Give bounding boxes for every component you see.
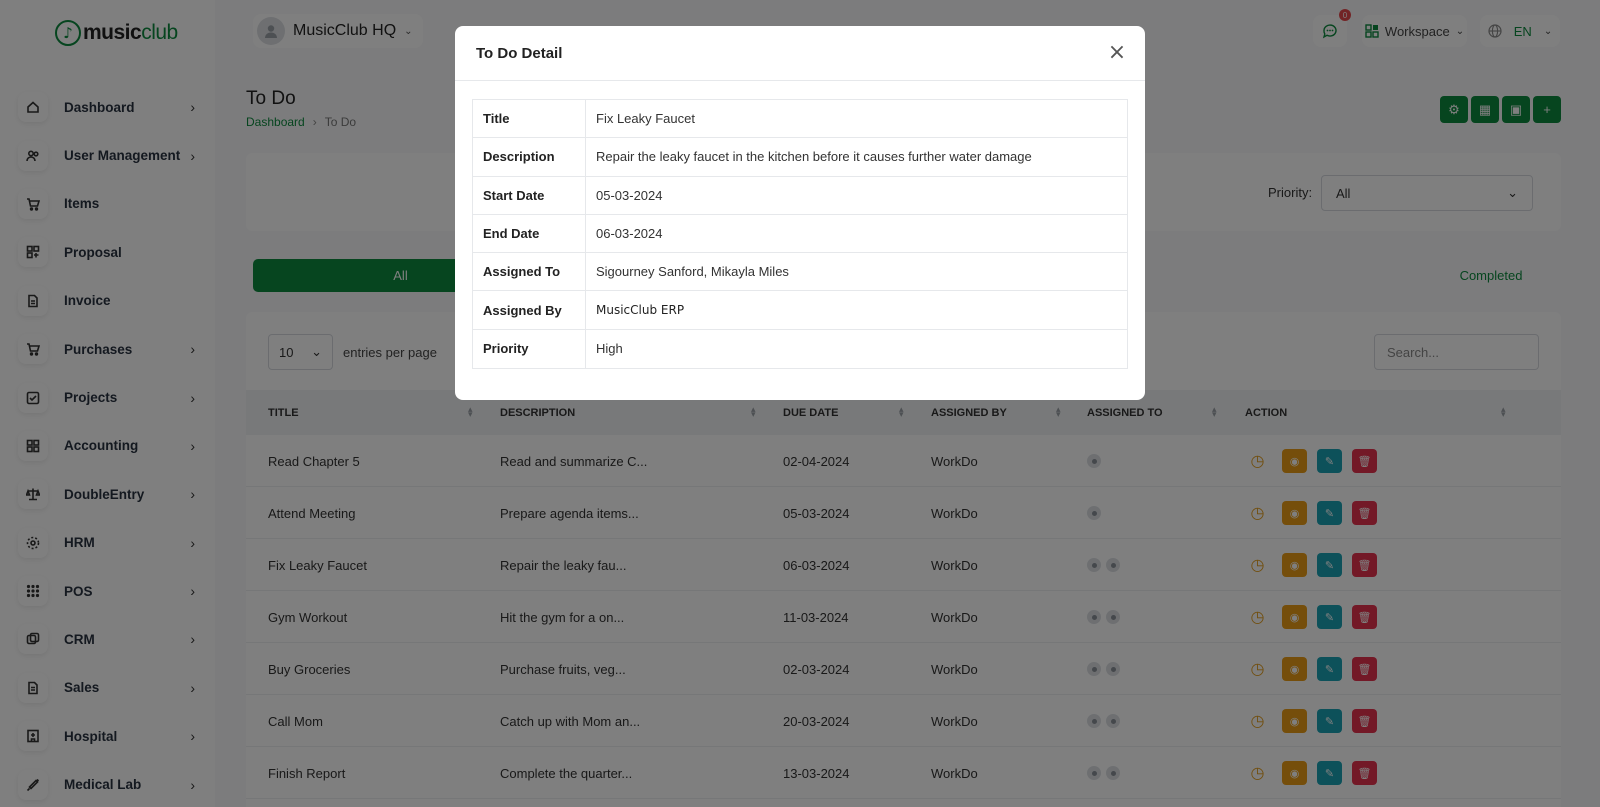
detail-value: High xyxy=(596,341,623,357)
detail-label: Start Date xyxy=(473,176,586,214)
detail-row-title: Title Fix Leaky Faucet xyxy=(473,100,1127,139)
detail-row-description: Description Repair the leaky faucet in th… xyxy=(473,138,1127,177)
todo-detail-modal: To Do Detail × Title Fix Leaky Faucet Desc… xyxy=(455,26,1145,400)
detail-row-end-date: End Date 06-03-2024 xyxy=(473,214,1127,254)
detail-table: Title Fix Leaky Faucet Description Repair t… xyxy=(472,99,1128,370)
detail-label: End Date xyxy=(473,214,586,253)
detail-value: 05-03-2024 xyxy=(596,187,663,203)
modal-header: To Do Detail × xyxy=(455,26,1145,81)
modal-title: To Do Detail xyxy=(476,45,563,62)
detail-label: Assigned By xyxy=(473,291,586,329)
detail-label: Description xyxy=(473,138,586,176)
detail-value: 06-03-2024 xyxy=(596,226,663,242)
detail-label: Assigned To xyxy=(473,253,586,291)
detail-label: Priority xyxy=(473,329,586,369)
detail-value: Fix Leaky Faucet xyxy=(596,111,695,127)
detail-value: Repair the leaky faucet in the kitchen b… xyxy=(596,149,1032,165)
detail-row-priority: Priority High xyxy=(473,329,1127,369)
detail-row-start-date: Start Date 05-03-2024 xyxy=(473,176,1127,215)
detail-row-assigned-to: Assigned To Sigourney Sanford, Mikayla Mi… xyxy=(473,253,1127,292)
detail-value: Sigourney Sanford, Mikayla Miles xyxy=(596,264,789,280)
detail-label: Title xyxy=(473,100,586,138)
close-icon[interactable]: × xyxy=(1105,40,1129,65)
detail-value: MusicClub ERP xyxy=(596,303,685,318)
detail-row-assigned-by: Assigned By MusicClub ERP xyxy=(473,291,1127,330)
